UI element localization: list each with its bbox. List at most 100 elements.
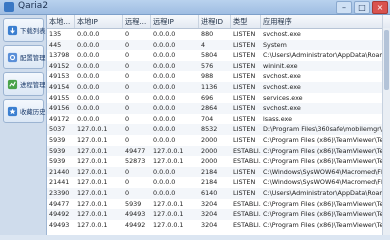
sidebar: 下载列表 配置管理 进程管理 收藏历史 xyxy=(0,15,47,235)
cell-local-ip: 0.0.0.0 xyxy=(77,61,100,70)
cell-remote-port: 0 xyxy=(125,51,130,60)
cell-local-ip: 127.0.0.1 xyxy=(77,220,108,229)
column-header-local-ip[interactable]: 本地IP xyxy=(75,15,123,28)
cell-type: ESTABLI... xyxy=(233,220,261,229)
cell-local-ip: 127.0.0.1 xyxy=(77,157,108,166)
cell-local-port: 135 xyxy=(49,30,62,38)
cell-type: ESTABLI... xyxy=(233,210,261,219)
cell-local-ip: 0.0.0.0 xyxy=(77,93,100,102)
cell-type: LISTEN xyxy=(233,30,256,38)
cell-local-ip: 127.0.0.1 xyxy=(77,189,108,197)
table-row[interactable]: 445 0.0.0.0 0 0.0.0.0 4 LISTEN System xyxy=(47,39,390,51)
table-row[interactable]: 21440 127.0.0.1 0 0.0.0.0 2184 LISTEN C:\Windo… xyxy=(47,166,390,178)
process-icon xyxy=(7,79,18,90)
cell-application: C:\Program Files (x86)\TeamViewer\Tea... xyxy=(263,220,383,229)
cell-local-port: 49477 xyxy=(49,199,70,208)
table-row[interactable]: 49155 0.0.0.0 0 0.0.0.0 696 LISTEN services.ex… xyxy=(47,93,390,104)
cell-application: svchost.exe xyxy=(263,83,301,91)
column-header-remote-port[interactable]: 远程... xyxy=(123,15,151,28)
cell-remote-port: 0 xyxy=(125,93,130,102)
cell-application: C:\Windows\SysWOW64\Macromed\Fla... xyxy=(263,178,383,187)
cell-remote-ip: 0.0.0.0 xyxy=(153,83,176,91)
cell-local-ip: 0.0.0.0 xyxy=(77,83,100,91)
cell-local-port: 21440 xyxy=(49,167,70,176)
cell-application: C:\Windows\SysWOW64\Macromed\Fla... xyxy=(263,167,383,176)
cell-process-id: 8532 xyxy=(201,125,218,134)
cell-remote-port: 0 xyxy=(125,30,130,38)
vertical-scrollbar[interactable] xyxy=(382,28,390,235)
table-row[interactable]: 49154 0.0.0.0 0 0.0.0.0 1136 LISTEN svchost.ex… xyxy=(47,82,390,93)
table-row[interactable]: 49492 127.0.0.1 49493 127.0.0.1 3204 ESTABLI.… xyxy=(47,209,390,220)
cell-type: LISTEN xyxy=(233,189,256,197)
cell-application: C:\Program Files (x86)\TeamViewer\Tea... xyxy=(263,136,383,144)
cell-type: LISTEN xyxy=(233,104,256,113)
table-row[interactable]: 5939 127.0.0.1 52873 127.0.0.1 2000 ESTABLI..… xyxy=(47,156,390,167)
cell-local-port: 49493 xyxy=(49,220,70,229)
cell-local-port: 5939 xyxy=(49,146,66,155)
cell-type: LISTEN xyxy=(233,136,256,144)
cell-remote-port: 49493 xyxy=(125,210,146,219)
cell-type: LISTEN xyxy=(233,61,256,70)
sidebar-item-label: 收藏历史 xyxy=(20,108,46,116)
sidebar-item-history[interactable]: 收藏历史 xyxy=(3,99,46,123)
cell-remote-ip: 0.0.0.0 xyxy=(153,189,176,197)
table-row[interactable]: 49156 0.0.0.0 0 0.0.0.0 2864 LISTEN svchost.ex… xyxy=(47,103,390,114)
table-row[interactable]: 21441 127.0.0.1 0 0.0.0.0 2184 LISTEN C:\Windo… xyxy=(47,177,390,188)
column-header-type[interactable]: 类型 xyxy=(231,15,261,28)
table-row[interactable]: 13798 0.0.0.0 0 0.0.0.0 5804 LISTEN C:\Users\A… xyxy=(47,50,390,61)
column-header-remote-ip[interactable]: 远程IP xyxy=(151,15,199,28)
table-row[interactable]: 5037 127.0.0.1 0 0.0.0.0 8532 LISTEN D:\Progra… xyxy=(47,124,390,135)
table-row[interactable]: 49493 127.0.0.1 49492 127.0.0.1 3204 ESTABLI.… xyxy=(47,220,390,231)
cell-process-id: 3204 xyxy=(201,199,218,208)
cell-process-id: 5804 xyxy=(201,51,218,60)
cell-process-id: 2864 xyxy=(201,104,218,113)
cell-type: LISTEN xyxy=(233,114,256,123)
cell-local-port: 5939 xyxy=(49,136,66,144)
cell-remote-port: 0 xyxy=(125,136,130,144)
table-row[interactable]: 135 0.0.0.0 0 0.0.0.0 880 LISTEN svchost.exe xyxy=(47,29,390,40)
table-row[interactable]: 49152 0.0.0.0 0 0.0.0.0 576 LISTEN wininit.exe xyxy=(47,60,390,72)
cell-remote-port: 0 xyxy=(125,40,130,49)
scrollbar-thumb[interactable] xyxy=(384,30,389,90)
sidebar-item-process[interactable]: 进程管理 xyxy=(3,72,46,96)
cell-process-id: 3204 xyxy=(201,210,218,219)
cell-local-port: 13798 xyxy=(49,51,70,60)
cell-application: C:\Program Files (x86)\TeamViewer\Tea... xyxy=(263,146,383,155)
column-header-local-port[interactable]: 本地... xyxy=(47,15,75,28)
download-icon xyxy=(7,25,18,36)
cell-type: LISTEN xyxy=(233,83,256,91)
table-row[interactable]: 5939 127.0.0.1 49477 127.0.0.1 2000 ESTABLI..… xyxy=(47,145,390,157)
cell-remote-port: 0 xyxy=(125,125,130,134)
table-row[interactable]: 49477 127.0.0.1 5939 127.0.0.1 3204 ESTABLI..… xyxy=(47,199,390,210)
table-row[interactable]: 49172 0.0.0.0 0 0.0.0.0 704 LISTEN lsass.exe xyxy=(47,114,390,125)
cell-local-ip: 0.0.0.0 xyxy=(77,30,100,38)
close-button[interactable]: × xyxy=(372,1,388,14)
cell-process-id: 2184 xyxy=(201,178,218,187)
cell-remote-port: 52873 xyxy=(125,157,146,166)
table-row[interactable]: 5939 127.0.0.1 0 0.0.0.0 2000 LISTEN C:\Progra… xyxy=(47,135,390,146)
cell-type: LISTEN xyxy=(233,178,256,187)
sidebar-item-download-list[interactable]: 下载列表 xyxy=(3,18,46,42)
cell-remote-port: 5939 xyxy=(125,199,142,208)
minimize-button[interactable]: – xyxy=(336,1,352,14)
cell-type: LISTEN xyxy=(233,93,256,102)
cell-local-ip: 127.0.0.1 xyxy=(77,125,108,134)
sidebar-item-config[interactable]: 配置管理 xyxy=(3,45,46,69)
column-header-process-id[interactable]: 进程ID xyxy=(199,15,231,28)
cell-process-id: 4 xyxy=(201,40,206,49)
cell-application: svchost.exe xyxy=(263,72,301,81)
column-header-application[interactable]: 应用程序 xyxy=(261,15,383,28)
table-row[interactable]: 49153 0.0.0.0 0 0.0.0.0 988 LISTEN svchost.exe xyxy=(47,71,390,82)
cell-local-ip: 127.0.0.1 xyxy=(77,178,108,187)
cell-process-id: 880 xyxy=(201,30,214,38)
cell-process-id: 988 xyxy=(201,72,214,81)
cell-process-id: 576 xyxy=(201,61,214,70)
cell-local-port: 5939 xyxy=(49,157,66,166)
cell-remote-ip: 0.0.0.0 xyxy=(153,72,176,81)
cell-remote-port: 0 xyxy=(125,178,130,187)
table-row[interactable]: 23390 127.0.0.1 0 0.0.0.0 6140 LISTEN C:\Users… xyxy=(47,188,390,199)
maximize-button[interactable]: □ xyxy=(354,1,370,14)
cell-remote-port: 0 xyxy=(125,167,130,176)
cell-local-port: 445 xyxy=(49,40,62,49)
table-header: 本地... 本地IP 远程... 远程IP 进程ID 类型 应用程序 xyxy=(47,15,390,29)
